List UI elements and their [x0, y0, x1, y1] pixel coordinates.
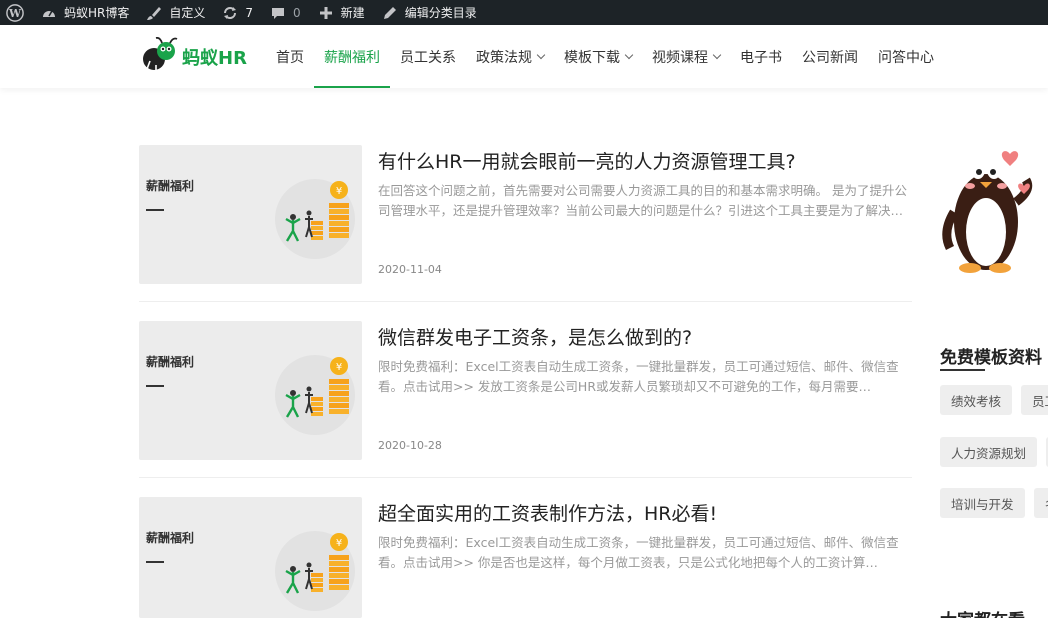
nav-item-company-news[interactable]: 公司新闻 [792, 25, 868, 88]
site-name-label: 蚂蚁HR博客 [64, 6, 130, 20]
comment-bubble-icon [269, 4, 287, 22]
svg-text:¥: ¥ [336, 186, 342, 197]
sidebar-title-everyone-watching: 大家都在看 [940, 606, 1025, 618]
post-divider [139, 477, 912, 478]
salary-coins-illustration: ¥ [273, 173, 357, 269]
tag-training[interactable]: 培训与开发 [940, 488, 1025, 518]
nav-label: 员工关系 [400, 49, 456, 66]
updates-count: 7 [245, 5, 254, 20]
sidebar-title-underline [940, 369, 985, 371]
nav-item-employee-relations[interactable]: 员工关系 [390, 25, 466, 88]
tag-partial[interactable]: 名 [1034, 488, 1048, 518]
nav-item-templates[interactable]: 模板下载 [554, 25, 642, 88]
tag-performance[interactable]: 绩效考核 [940, 385, 1013, 415]
nav-item-video-courses[interactable]: 视频课程 [642, 25, 730, 88]
nav-label: 公司新闻 [802, 49, 858, 66]
thumb-dash [146, 561, 164, 563]
post-item: 薪酬福利 ¥ 微信群发电子工资条，是怎么做到的? 限时免费福利：Excel工资表… [139, 321, 912, 497]
paintbrush-icon [145, 4, 163, 22]
customize-label: 自定义 [169, 6, 206, 20]
new-content-button[interactable]: 新建 [309, 0, 373, 25]
tag-employee[interactable]: 员工 [1021, 385, 1048, 415]
wp-admin-bar: W 蚂蚁HR博客 自定义 7 0 新建 编辑分类目录 [0, 0, 1048, 25]
wordpress-icon: W [6, 3, 24, 22]
comments-button[interactable]: 0 [261, 0, 309, 25]
updates-icon [221, 4, 239, 22]
updates-button[interactable]: 7 [213, 0, 261, 25]
wordpress-logo-button[interactable]: W [0, 0, 32, 25]
nav-label: 首页 [276, 49, 304, 66]
thumb-dash [146, 385, 164, 387]
chevron-down-icon [712, 50, 722, 59]
post-excerpt: 限时免费福利：Excel工资表自动生成工资条，一键批量群发，员工可通过短信、邮件… [378, 359, 899, 394]
thumb-category: 薪酬福利 [146, 179, 195, 193]
nav-item-compensation[interactable]: 薪酬福利 [314, 25, 390, 88]
ant-logo-icon [140, 36, 178, 77]
nav-label: 薪酬福利 [324, 49, 380, 66]
post-date: 2020-10-28 [378, 439, 442, 452]
chevron-down-icon [624, 50, 634, 59]
post-title-link[interactable]: 超全面实用的工资表制作方法，HR必看! [378, 499, 717, 526]
nav-label: 电子书 [740, 49, 782, 66]
nav-label: 模板下载 [564, 49, 620, 66]
nav-item-qa[interactable]: 问答中心 [868, 25, 944, 88]
nav-item-policies[interactable]: 政策法规 [466, 25, 554, 88]
post-date: 2020-11-04 [378, 263, 442, 276]
svg-text:¥: ¥ [336, 362, 342, 373]
logo-text: 蚂蚁HR [182, 48, 247, 69]
post-item: 薪酬福利 ¥ 有什么HR一用就会眼前一亮的人力资源管理工具? 在回答这个问题之前… [139, 145, 912, 321]
site-logo[interactable]: 蚂蚁HR [140, 36, 247, 77]
post-thumbnail[interactable]: 薪酬福利 ¥ [139, 145, 362, 284]
sidebar-title-free-templates: 免费模板资料 [940, 348, 1042, 368]
thumb-category: 薪酬福利 [146, 531, 195, 545]
post-excerpt: 限时免费福利：Excel工资表自动生成工资条，一键批量群发，员工可通过短信、邮件… [378, 535, 899, 570]
post-item: 薪酬福利 ¥ 超全面实用的工资表制作方法，HR必看! 限时免费福利：Excel工… [139, 497, 912, 618]
site-name-menu[interactable]: 蚂蚁HR博客 [32, 0, 137, 25]
post-excerpt: 在回答这个问题之前，首先需要对公司需要人力资源工具的目的和基本需求明确。 是为了… [378, 183, 907, 218]
nav-label: 政策法规 [476, 49, 532, 66]
site-header: 蚂蚁HR 首页 薪酬福利 员工关系 政策法规 模板下载 视频课程 电子书 公司新… [0, 25, 1048, 88]
post-title-link[interactable]: 微信群发电子工资条，是怎么做到的? [378, 323, 692, 350]
penguin-mascot-image [940, 140, 1048, 279]
nav-label: 问答中心 [878, 49, 934, 66]
svg-text:¥: ¥ [336, 538, 342, 549]
post-divider [139, 301, 912, 302]
salary-coins-illustration: ¥ [273, 525, 357, 618]
nav-label: 视频课程 [652, 49, 708, 66]
post-thumbnail[interactable]: 薪酬福利 ¥ [139, 321, 362, 460]
thumb-category: 薪酬福利 [146, 355, 195, 369]
edit-category-label: 编辑分类目录 [404, 6, 477, 20]
new-content-label: 新建 [340, 6, 365, 20]
main-nav: 首页 薪酬福利 员工关系 政策法规 模板下载 视频课程 电子书 公司新闻 问答中… [266, 25, 944, 88]
nav-item-ebooks[interactable]: 电子书 [730, 25, 792, 88]
customize-button[interactable]: 自定义 [137, 0, 213, 25]
post-title-link[interactable]: 有什么HR一用就会眼前一亮的人力资源管理工具? [378, 147, 796, 174]
nav-item-home[interactable]: 首页 [266, 25, 314, 88]
comments-count: 0 [293, 5, 301, 20]
edit-category-button[interactable]: 编辑分类目录 [373, 0, 485, 25]
svg-text:W: W [8, 7, 22, 20]
tag-hr-planning[interactable]: 人力资源规划 [940, 437, 1038, 467]
chevron-down-icon [536, 50, 546, 59]
post-thumbnail[interactable]: 薪酬福利 ¥ [139, 497, 362, 618]
plus-icon [317, 4, 335, 22]
pencil-icon [381, 4, 399, 22]
salary-coins-illustration: ¥ [273, 349, 357, 445]
thumb-dash [146, 209, 164, 211]
dashboard-gauge-icon [40, 4, 58, 22]
